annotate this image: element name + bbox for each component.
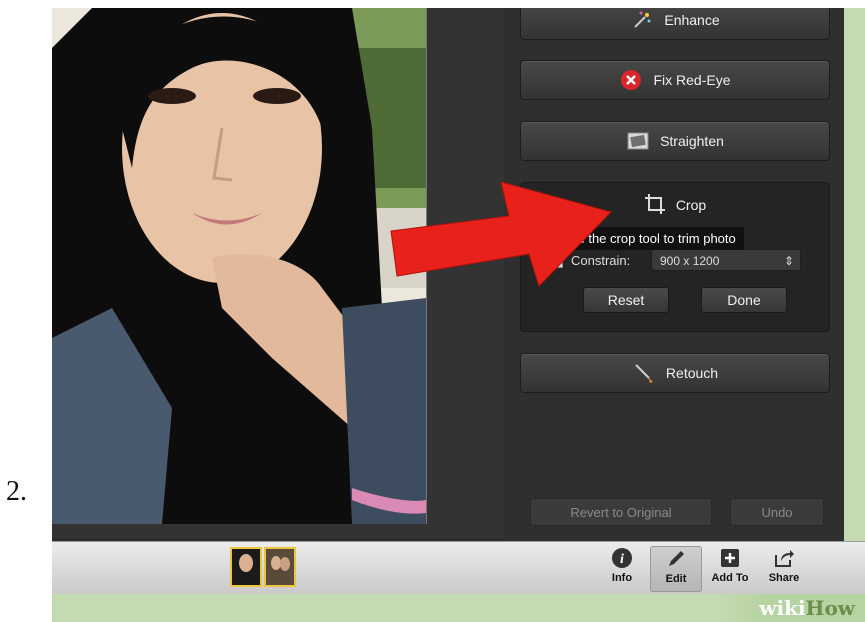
- edit-label: Edit: [665, 573, 687, 585]
- share-label: Share: [768, 572, 800, 584]
- thumbnail-strip: [230, 547, 298, 589]
- retouch-label: Retouch: [665, 365, 719, 381]
- watermark-wiki: wiki: [759, 596, 806, 620]
- crop-icon: [644, 193, 666, 218]
- magic-wand-icon: [630, 8, 654, 32]
- dimension-value: 900 x 1200: [660, 254, 720, 268]
- straighten-icon: [626, 129, 650, 153]
- add-to-button[interactable]: Add To: [704, 546, 756, 592]
- thumbnail[interactable]: [230, 547, 262, 587]
- info-button[interactable]: i Info: [596, 546, 648, 592]
- info-label: Info: [611, 572, 633, 584]
- retouch-button[interactable]: Retouch: [520, 353, 830, 393]
- add-to-label: Add To: [711, 572, 749, 584]
- info-icon: i: [610, 546, 634, 570]
- crop-label: Crop: [675, 197, 707, 213]
- undo-button[interactable]: Undo: [730, 498, 824, 526]
- enhance-button[interactable]: Enhance: [520, 8, 830, 40]
- red-x-icon: [619, 68, 643, 92]
- portrait-image: [52, 8, 426, 524]
- share-icon: [772, 546, 796, 570]
- red-arrow-annotation: [390, 181, 612, 287]
- svg-text:i: i: [620, 552, 624, 567]
- edit-button[interactable]: Edit: [650, 546, 702, 592]
- reset-button[interactable]: Reset: [583, 287, 669, 313]
- watermark-how: How: [805, 596, 855, 620]
- photo: [52, 8, 427, 524]
- bottom-toolbar: i Info Edit Add To Share: [52, 541, 865, 595]
- fix-red-eye-label: Fix Red-Eye: [653, 72, 731, 88]
- footer-band: wikiHow: [52, 594, 865, 622]
- background-strip: [844, 8, 865, 568]
- app-window: Enhance Fix Red-Eye Straighten Crop Cons…: [52, 8, 865, 622]
- dimension-select[interactable]: 900 x 1200 ⇕: [651, 249, 801, 271]
- pencil-icon: [664, 547, 688, 571]
- straighten-label: Straighten: [660, 133, 724, 149]
- enhance-label: Enhance: [664, 12, 720, 28]
- share-button[interactable]: Share: [758, 546, 810, 592]
- revert-to-original-button[interactable]: Revert to Original: [530, 498, 712, 526]
- thumbnail[interactable]: [264, 547, 296, 587]
- done-button[interactable]: Done: [701, 287, 787, 313]
- fix-red-eye-button[interactable]: Fix Red-Eye: [520, 60, 830, 100]
- step-number: 2.: [6, 476, 27, 507]
- straighten-button[interactable]: Straighten: [520, 121, 830, 161]
- select-arrows-icon: ⇕: [783, 254, 794, 268]
- brush-icon: [632, 361, 656, 385]
- wikihow-watermark: wikiHow: [719, 594, 865, 622]
- plus-icon: [718, 546, 742, 570]
